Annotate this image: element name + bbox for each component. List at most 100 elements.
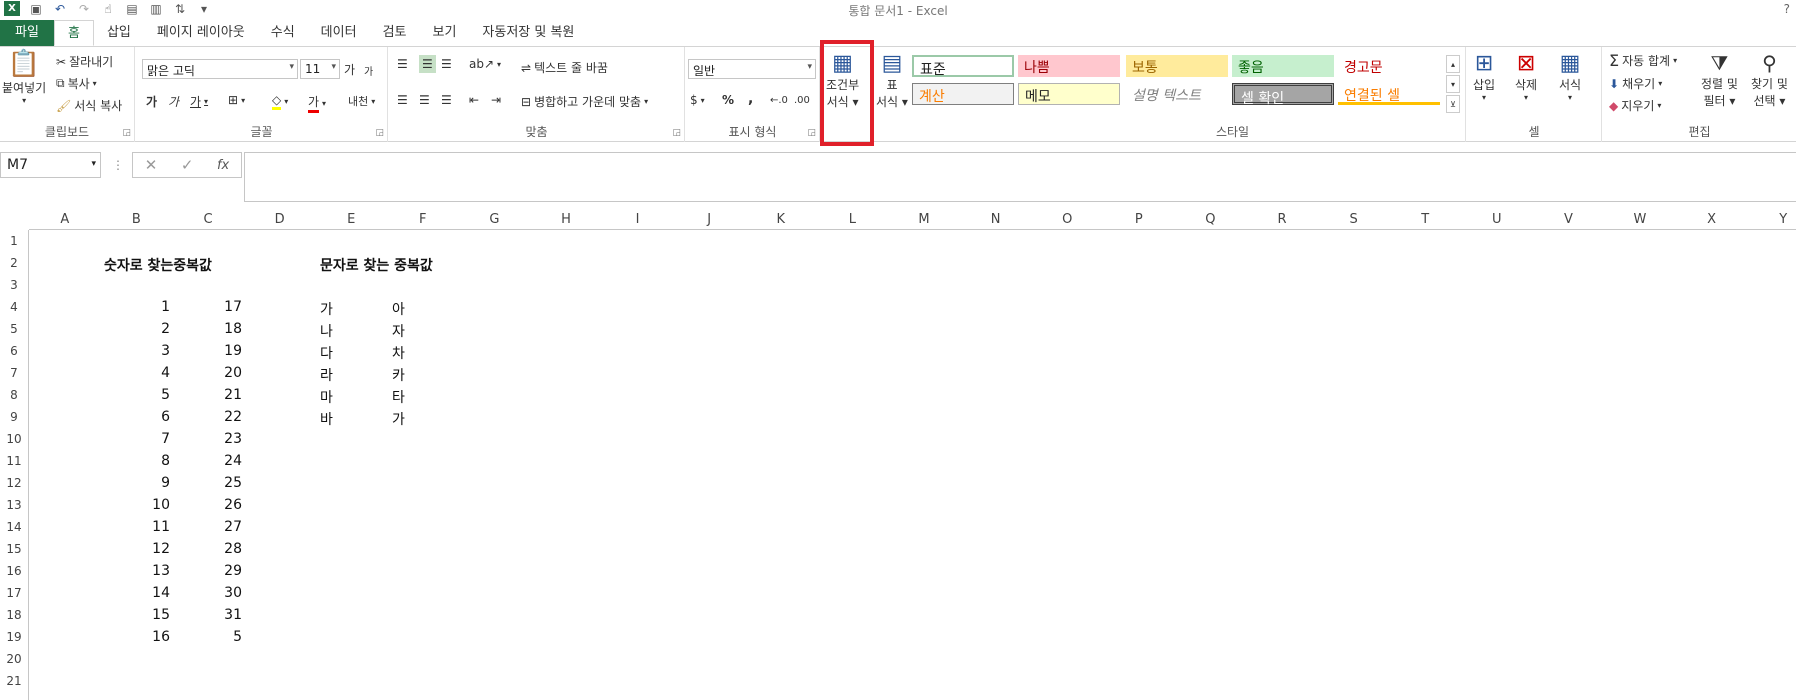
- tab-insert[interactable]: 삽입: [94, 20, 144, 46]
- align-right-icon[interactable]: ☰: [441, 93, 452, 107]
- title-numbers[interactable]: 숫자로 찾는중복값: [104, 255, 212, 275]
- column-header-y[interactable]: Y: [1747, 212, 1796, 227]
- style-linked-cell[interactable]: 연결된 셀: [1338, 83, 1440, 105]
- clear-button[interactable]: ◆ 지우기 ▾: [1609, 97, 1661, 114]
- bold-button[interactable]: 가: [146, 93, 157, 110]
- align-middle-icon[interactable]: ☰: [419, 55, 436, 73]
- tab-file[interactable]: 파일: [0, 20, 54, 46]
- cell-e5[interactable]: 나: [320, 321, 333, 341]
- row-header-18[interactable]: 18: [0, 608, 28, 622]
- style-note[interactable]: 메모: [1018, 83, 1120, 105]
- font-color-button[interactable]: 가 ▾: [308, 93, 326, 113]
- paste-button[interactable]: 📋 붙여넣기 ▾: [2, 49, 46, 105]
- column-header-r[interactable]: R: [1246, 212, 1318, 227]
- row-header-21[interactable]: 21: [0, 674, 28, 688]
- tab-formulas[interactable]: 수식: [258, 20, 308, 46]
- row-header-9[interactable]: 9: [0, 410, 28, 424]
- row-header-20[interactable]: 20: [0, 652, 28, 666]
- column-header-v[interactable]: V: [1533, 212, 1605, 227]
- number-launcher-icon[interactable]: ◲: [807, 128, 816, 138]
- insert-function-icon[interactable]: fx: [217, 158, 229, 173]
- cell-e9[interactable]: 바: [320, 409, 333, 429]
- column-header-l[interactable]: L: [817, 212, 889, 227]
- row-header-6[interactable]: 6: [0, 344, 28, 358]
- style-normal[interactable]: 표준: [912, 55, 1014, 78]
- style-explanatory[interactable]: 설명 텍스트: [1126, 83, 1228, 105]
- grow-font-button[interactable]: 가: [344, 61, 355, 78]
- orientation-icon[interactable]: ab↗ ▾: [469, 57, 501, 71]
- insert-cells-button[interactable]: ⊞ 삽입 ▾: [1473, 51, 1495, 102]
- cell-c9[interactable]: 22: [202, 409, 242, 425]
- column-header-q[interactable]: Q: [1175, 212, 1247, 227]
- autosum-button[interactable]: Σ 자동 합계 ▾: [1609, 51, 1677, 70]
- cell-c13[interactable]: 26: [202, 497, 242, 513]
- column-header-s[interactable]: S: [1318, 212, 1390, 227]
- decrease-decimal-icon[interactable]: .00: [794, 95, 810, 106]
- row-header-15[interactable]: 15: [0, 542, 28, 556]
- increase-indent-icon[interactable]: ⇥: [491, 93, 501, 107]
- align-center-icon[interactable]: ☰: [419, 93, 430, 107]
- column-header-o[interactable]: O: [1031, 212, 1103, 227]
- fill-button[interactable]: ⬇ 채우기 ▾: [1609, 75, 1662, 92]
- cell-c14[interactable]: 27: [202, 519, 242, 535]
- tab-page-layout[interactable]: 페이지 레이아웃: [144, 20, 258, 46]
- column-header-p[interactable]: P: [1103, 212, 1175, 227]
- cell-e4[interactable]: 가: [320, 299, 333, 319]
- cell-b4[interactable]: 1: [130, 299, 170, 315]
- column-header-d[interactable]: D: [244, 212, 316, 227]
- cell-c7[interactable]: 20: [202, 365, 242, 381]
- wrap-text-button[interactable]: ⇌ 텍스트 줄 바꿈: [521, 59, 608, 76]
- cell-f9[interactable]: 가: [392, 409, 405, 429]
- formula-input[interactable]: [244, 152, 1796, 202]
- copy-button[interactable]: ⧉ 복사 ▾: [56, 75, 97, 92]
- fill-color-button[interactable]: ◇ ▾: [272, 93, 288, 110]
- style-good[interactable]: 좋음: [1232, 55, 1334, 77]
- style-bad[interactable]: 나쁨: [1018, 55, 1120, 77]
- italic-button[interactable]: 가: [168, 93, 179, 110]
- cell-c4[interactable]: 17: [202, 299, 242, 315]
- cell-f7[interactable]: 카: [392, 365, 405, 385]
- alignment-launcher-icon[interactable]: ◲: [672, 128, 681, 138]
- row-header-17[interactable]: 17: [0, 586, 28, 600]
- help-icon[interactable]: ?: [1784, 2, 1790, 16]
- cell-b18[interactable]: 15: [130, 607, 170, 623]
- cell-c18[interactable]: 31: [202, 607, 242, 623]
- format-painter-button[interactable]: 🖌 서식 복사: [56, 97, 122, 114]
- cell-f8[interactable]: 타: [392, 387, 405, 407]
- row-header-11[interactable]: 11: [0, 454, 28, 468]
- style-calculation[interactable]: 계산: [912, 83, 1014, 105]
- column-header-t[interactable]: T: [1389, 212, 1461, 227]
- sort-filter-button[interactable]: ⧩ 정렬 및 필터 ▾: [1701, 51, 1738, 109]
- cell-f5[interactable]: 자: [392, 321, 405, 341]
- more-options-icon[interactable]: ⋮: [112, 158, 124, 172]
- underline-button[interactable]: 가 ▾: [190, 93, 208, 110]
- row-header-16[interactable]: 16: [0, 564, 28, 578]
- column-header-b[interactable]: B: [101, 212, 173, 227]
- column-header-x[interactable]: X: [1676, 212, 1748, 227]
- border-button[interactable]: ⊞ ▾: [228, 93, 245, 107]
- column-header-k[interactable]: K: [745, 212, 817, 227]
- styles-scroll-down-icon[interactable]: ▾: [1446, 75, 1460, 93]
- row-header-3[interactable]: 3: [0, 278, 28, 292]
- styles-more-icon[interactable]: ⊻: [1446, 95, 1460, 113]
- name-box[interactable]: M7 ▾: [0, 152, 101, 178]
- column-header-j[interactable]: J: [673, 212, 745, 227]
- cell-c10[interactable]: 23: [202, 431, 242, 447]
- cell-b9[interactable]: 6: [130, 409, 170, 425]
- column-header-m[interactable]: M: [888, 212, 960, 227]
- column-header-u[interactable]: U: [1461, 212, 1533, 227]
- column-header-a[interactable]: A: [29, 212, 101, 227]
- tab-home[interactable]: 홈: [54, 20, 94, 46]
- cell-f6[interactable]: 차: [392, 343, 405, 363]
- cell-b19[interactable]: 16: [130, 629, 170, 645]
- cell-b10[interactable]: 7: [130, 431, 170, 447]
- cell-b16[interactable]: 13: [130, 563, 170, 579]
- tab-review[interactable]: 검토: [370, 20, 420, 46]
- align-bottom-icon[interactable]: ☰: [441, 57, 452, 71]
- column-header-w[interactable]: W: [1604, 212, 1676, 227]
- row-header-4[interactable]: 4: [0, 300, 28, 314]
- style-warning[interactable]: 경고문: [1338, 55, 1440, 77]
- style-neutral[interactable]: 보통: [1126, 55, 1228, 77]
- cell-c11[interactable]: 24: [202, 453, 242, 469]
- row-header-8[interactable]: 8: [0, 388, 28, 402]
